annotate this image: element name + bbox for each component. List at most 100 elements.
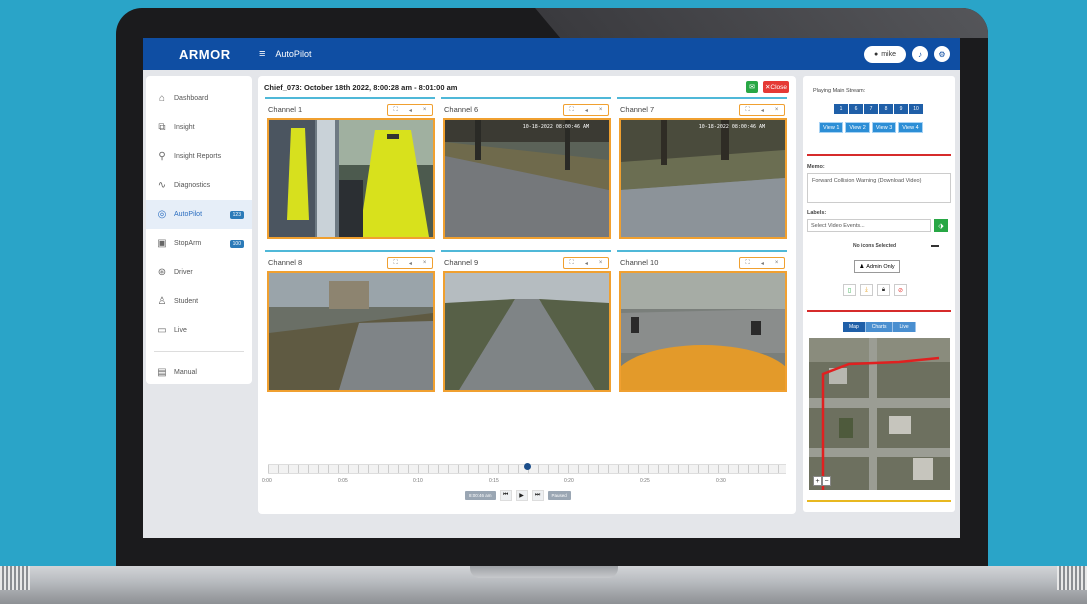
- stream-button[interactable]: 8: [879, 104, 893, 114]
- sidebar-item-label: Live: [174, 327, 187, 334]
- add-label-button[interactable]: ⬗: [934, 219, 948, 232]
- menu-toggle-icon[interactable]: ≡: [259, 48, 265, 60]
- file-icon: ▯: [847, 287, 852, 294]
- fullscreen-icon[interactable]: ⛶: [746, 260, 750, 267]
- tab-charts[interactable]: Charts: [865, 322, 894, 332]
- fullscreen-icon[interactable]: ⛶: [570, 260, 574, 267]
- brand-logo[interactable]: ARMOR: [179, 47, 239, 62]
- sidebar-item-label: Dashboard: [174, 95, 209, 102]
- settings-button[interactable]: ⚙: [934, 46, 950, 62]
- fullscreen-icon[interactable]: ⛶: [394, 260, 398, 267]
- close-icon[interactable]: ×: [775, 260, 779, 266]
- video-icon: ▭: [157, 325, 167, 336]
- close-icon[interactable]: ×: [423, 260, 427, 266]
- skip-forward-button[interactable]: ⏭: [531, 490, 544, 501]
- admin-only-button[interactable]: ♟ Admin Only: [854, 260, 900, 273]
- top-bar: ARMOR ≡ AutoPilot ● mike ♪ ⚙: [143, 38, 960, 70]
- timeline-tick: 0:25: [640, 478, 650, 484]
- fullscreen-icon[interactable]: ⛶: [570, 107, 574, 114]
- sidebar-item-driver[interactable]: ⊛ Driver: [146, 258, 252, 287]
- block-button[interactable]: ⊘: [894, 284, 907, 296]
- close-label: Close: [770, 83, 788, 91]
- event-title: Chief_073: October 18th 2022, 8:00:28 am…: [264, 83, 458, 92]
- map-imagery: [809, 338, 950, 490]
- sidebar-divider: [154, 351, 244, 352]
- mute-icon[interactable]: ◂: [409, 260, 412, 267]
- stream-button[interactable]: 7: [864, 104, 878, 114]
- fullscreen-icon[interactable]: ⛶: [746, 107, 750, 114]
- channel-toolbar: ⛶ ◂ ×: [563, 257, 609, 269]
- channel-video-8[interactable]: [267, 271, 435, 392]
- channel-tile-8: Channel 8 ⛶ ◂ ×: [265, 250, 435, 392]
- mute-icon[interactable]: ◂: [761, 107, 764, 114]
- fullscreen-icon[interactable]: ⛶: [394, 107, 398, 114]
- right-panel: Playing Main Stream: 1 6 7 8 9 10 View 1…: [803, 76, 955, 514]
- sidebar-item-autopilot[interactable]: ◎ AutoPilot 123: [146, 200, 252, 229]
- skip-back-button[interactable]: ⏮: [499, 490, 512, 501]
- student-icon: ♙: [157, 296, 167, 307]
- channel-video-10[interactable]: [619, 271, 787, 392]
- channel-video-7[interactable]: 10-18-2022 08:00:46 AM: [619, 118, 787, 239]
- user-menu-button[interactable]: ● mike: [864, 45, 906, 63]
- download-file-button[interactable]: ▯: [843, 284, 856, 296]
- zoom-in-button[interactable]: +: [813, 476, 822, 486]
- close-icon[interactable]: ×: [775, 107, 779, 113]
- mute-icon[interactable]: ◂: [585, 107, 588, 114]
- channel-toolbar: ⛶ ◂ ×: [387, 104, 433, 116]
- sidebar-item-stoparm[interactable]: ▣ StopArm 100: [146, 229, 252, 258]
- icons-selected-text: No icons Selected: [853, 243, 897, 249]
- download-button[interactable]: ⤓: [860, 284, 873, 296]
- channel-video-9[interactable]: [443, 271, 611, 392]
- close-icon[interactable]: ×: [599, 260, 603, 266]
- comment-button[interactable]: ✉: [746, 81, 758, 93]
- zoom-out-button[interactable]: −: [822, 476, 831, 486]
- channel-video-1[interactable]: [267, 118, 435, 239]
- sidebar-item-diagnostics[interactable]: ∿ Diagnostics: [146, 171, 252, 200]
- memo-textarea[interactable]: Forward Collision Warning (Download Vide…: [807, 173, 951, 203]
- stream-button[interactable]: 9: [894, 104, 908, 114]
- lock-icon: 🔒︎: [881, 286, 886, 293]
- channel-title: Channel 6: [444, 105, 479, 114]
- stream-label: Playing Main Stream:: [813, 88, 866, 94]
- mute-icon[interactable]: ◂: [409, 107, 412, 114]
- close-icon[interactable]: ×: [423, 107, 427, 113]
- close-button[interactable]: ✕ Close: [763, 81, 789, 93]
- view-button[interactable]: View 4: [898, 122, 923, 133]
- sidebar-item-label: StopArm: [174, 240, 202, 247]
- collapse-icon[interactable]: [931, 245, 939, 247]
- sidebar-item-insight-reports[interactable]: ⚲ Insight Reports: [146, 142, 252, 171]
- laptop-vent-left: [0, 566, 30, 590]
- mute-icon[interactable]: ◂: [761, 260, 764, 267]
- tab-map[interactable]: Map: [843, 322, 866, 332]
- close-icon[interactable]: ×: [599, 107, 603, 113]
- mute-icon[interactable]: ◂: [585, 260, 588, 267]
- gear-icon: ⚙: [938, 49, 946, 59]
- play-button[interactable]: ▶: [515, 490, 528, 501]
- satellite-map[interactable]: + −: [809, 338, 950, 490]
- channel-tile-1: Channel 1 ⛶ ◂ ×: [265, 97, 435, 239]
- sidebar-item-student[interactable]: ♙ Student: [146, 287, 252, 316]
- lock-button[interactable]: 🔒︎: [877, 284, 890, 296]
- sidebar-item-label: Insight: [174, 124, 195, 131]
- stream-button[interactable]: 10: [909, 104, 923, 114]
- sidebar: ⌂ Dashboard ⧉ Insight ⚲ Insight Reports …: [146, 76, 252, 384]
- notifications-button[interactable]: ♪: [912, 46, 928, 62]
- timeline-scrubber[interactable]: [524, 463, 531, 470]
- tab-live[interactable]: Live: [893, 322, 916, 332]
- view-button[interactable]: View 1: [819, 122, 844, 133]
- sidebar-item-manual[interactable]: ▤ Manual: [146, 358, 252, 387]
- sidebar-item-live[interactable]: ▭ Live: [146, 316, 252, 345]
- stream-button[interactable]: 6: [849, 104, 863, 114]
- current-time: 8:00:46 am: [465, 491, 496, 500]
- channel-video-6[interactable]: 10-18-2022 08:00:46 AM: [443, 118, 611, 239]
- sidebar-item-dashboard[interactable]: ⌂ Dashboard: [146, 84, 252, 113]
- channel-tile-7: Channel 7 ⛶ ◂ × 10-18-2022 08:00:46 AM: [617, 97, 787, 239]
- sidebar-item-insight[interactable]: ⧉ Insight: [146, 113, 252, 142]
- labels-select[interactable]: Select Video Events...: [807, 219, 931, 232]
- view-button[interactable]: View 3: [871, 122, 897, 133]
- sidebar-item-label: Diagnostics: [174, 182, 211, 189]
- view-button[interactable]: View 2: [845, 122, 870, 133]
- stream-selector: 1 6 7 8 9 10: [834, 104, 923, 114]
- network-icon: ⧉: [158, 122, 166, 133]
- stream-button[interactable]: 1: [834, 104, 848, 114]
